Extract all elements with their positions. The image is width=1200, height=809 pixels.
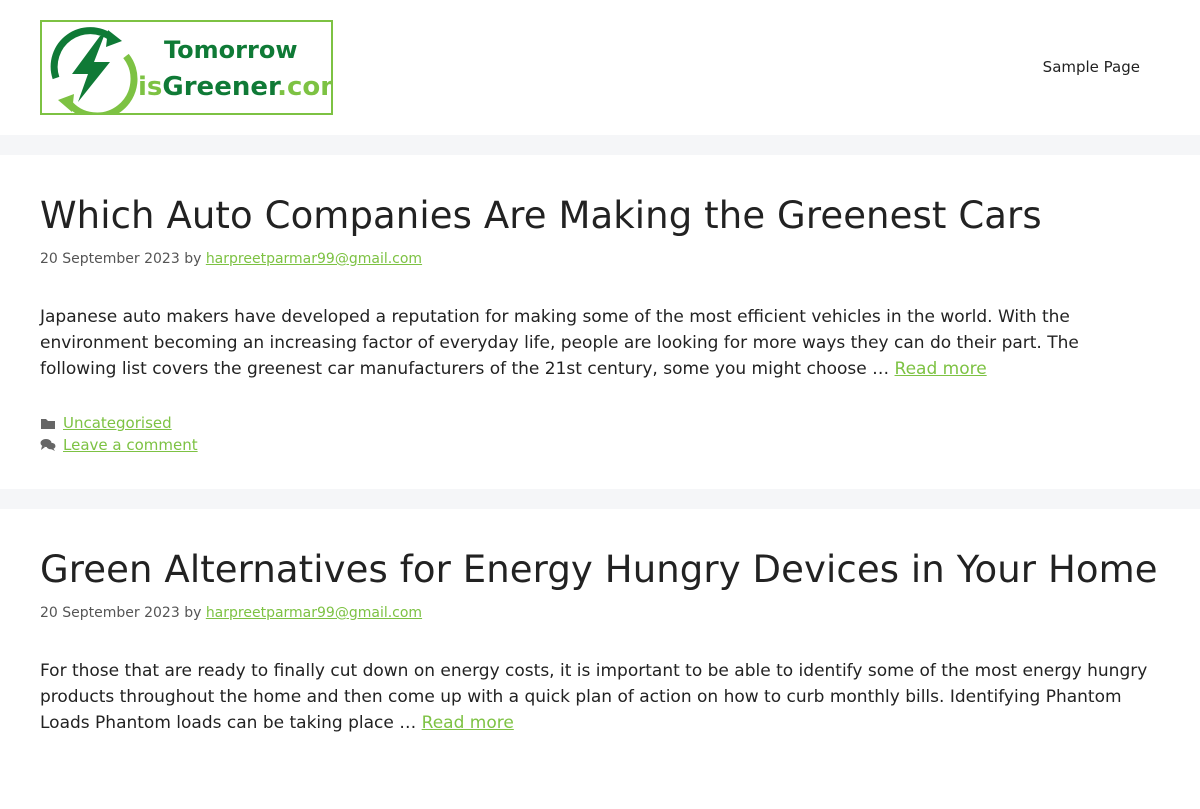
post-card: Green Alternatives for Energy Hungry Dev… [0,509,1200,809]
read-more-link[interactable]: Read more [422,713,514,733]
post-date: 20 September 2023 [40,251,180,267]
post-summary: Japanese auto makers have developed a re… [40,304,1150,382]
post-title[interactable]: Green Alternatives for Energy Hungry Dev… [40,547,1160,593]
post-meta: 20 September 2023 by harpreetparmar99@gm… [40,251,1160,267]
post-author-link[interactable]: harpreetparmar99@gmail.com [206,605,422,621]
site-header: Tomorrow isGreener.com Sample Page [0,0,1200,135]
post-by: by [184,251,202,267]
category-link[interactable]: Uncategorised [63,412,172,434]
post-by: by [184,605,202,621]
logo-text-line1: Tomorrow [164,36,298,64]
logo-graphic: Tomorrow isGreener.com [50,27,331,113]
post-footer-meta: Uncategorised Leave a comment [40,412,1160,456]
post-summary-text: For those that are ready to finally cut … [40,661,1148,733]
comments-icon [40,439,56,451]
leave-comment-link[interactable]: Leave a comment [63,434,198,456]
nav-item-sample-page[interactable]: Sample Page [1043,58,1140,76]
post-author-link[interactable]: harpreetparmar99@gmail.com [206,251,422,267]
site-logo[interactable]: Tomorrow isGreener.com [40,20,333,115]
post-title[interactable]: Which Auto Companies Are Making the Gree… [40,193,1160,239]
post-card: Which Auto Companies Are Making the Gree… [0,155,1200,489]
read-more-link[interactable]: Read more [895,359,987,379]
logo-text-line2: isGreener.com [138,72,331,102]
post-summary: For those that are ready to finally cut … [40,658,1150,736]
post-date: 20 September 2023 [40,605,180,621]
folder-icon [41,419,55,429]
post-meta: 20 September 2023 by harpreetparmar99@gm… [40,605,1160,621]
logo-bolt-icon [50,27,138,113]
